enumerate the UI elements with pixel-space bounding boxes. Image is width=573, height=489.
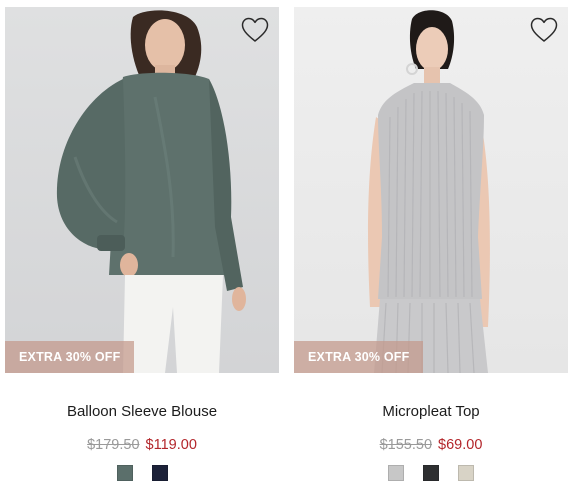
color-swatch[interactable] xyxy=(116,465,133,481)
color-swatches xyxy=(5,465,279,481)
price-block: $179.50 $119.00 xyxy=(5,436,279,454)
product-card: EXTRA 30% OFF Micropleat Top $155.50 $69… xyxy=(294,7,568,481)
promo-badge: EXTRA 30% OFF xyxy=(5,341,135,373)
sale-price: $69.00 xyxy=(438,437,483,453)
product-photo-micropleat xyxy=(368,10,490,373)
price-block: $155.50 $69.00 xyxy=(294,436,568,454)
wishlist-button[interactable] xyxy=(240,16,270,44)
heart-outline-icon xyxy=(530,17,558,42)
promo-badge: EXTRA 30% OFF xyxy=(294,341,424,373)
product-card: EXTRA 30% OFF Balloon Sleeve Blouse $179… xyxy=(5,7,279,481)
product-grid: EXTRA 30% OFF Balloon Sleeve Blouse $179… xyxy=(0,0,573,489)
wishlist-button[interactable] xyxy=(529,16,559,44)
product-image[interactable]: EXTRA 30% OFF xyxy=(294,7,568,373)
product-name[interactable]: Balloon Sleeve Blouse xyxy=(5,403,279,421)
color-swatches xyxy=(294,465,568,481)
sale-price: $119.00 xyxy=(145,437,197,453)
product-info: Balloon Sleeve Blouse $179.50 $119.00 xyxy=(5,373,279,481)
original-price: $155.50 xyxy=(379,437,433,453)
color-swatch[interactable] xyxy=(423,465,439,481)
color-swatch[interactable] xyxy=(458,465,474,481)
color-swatch[interactable] xyxy=(388,465,404,481)
product-photo-blouse xyxy=(56,10,246,373)
heart-outline-icon xyxy=(241,17,269,42)
original-price: $179.50 xyxy=(87,437,140,453)
product-image[interactable]: EXTRA 30% OFF xyxy=(5,7,279,373)
product-info: Micropleat Top $155.50 $69.00 xyxy=(294,373,568,481)
product-name[interactable]: Micropleat Top xyxy=(294,403,568,421)
color-swatch[interactable] xyxy=(151,465,168,481)
